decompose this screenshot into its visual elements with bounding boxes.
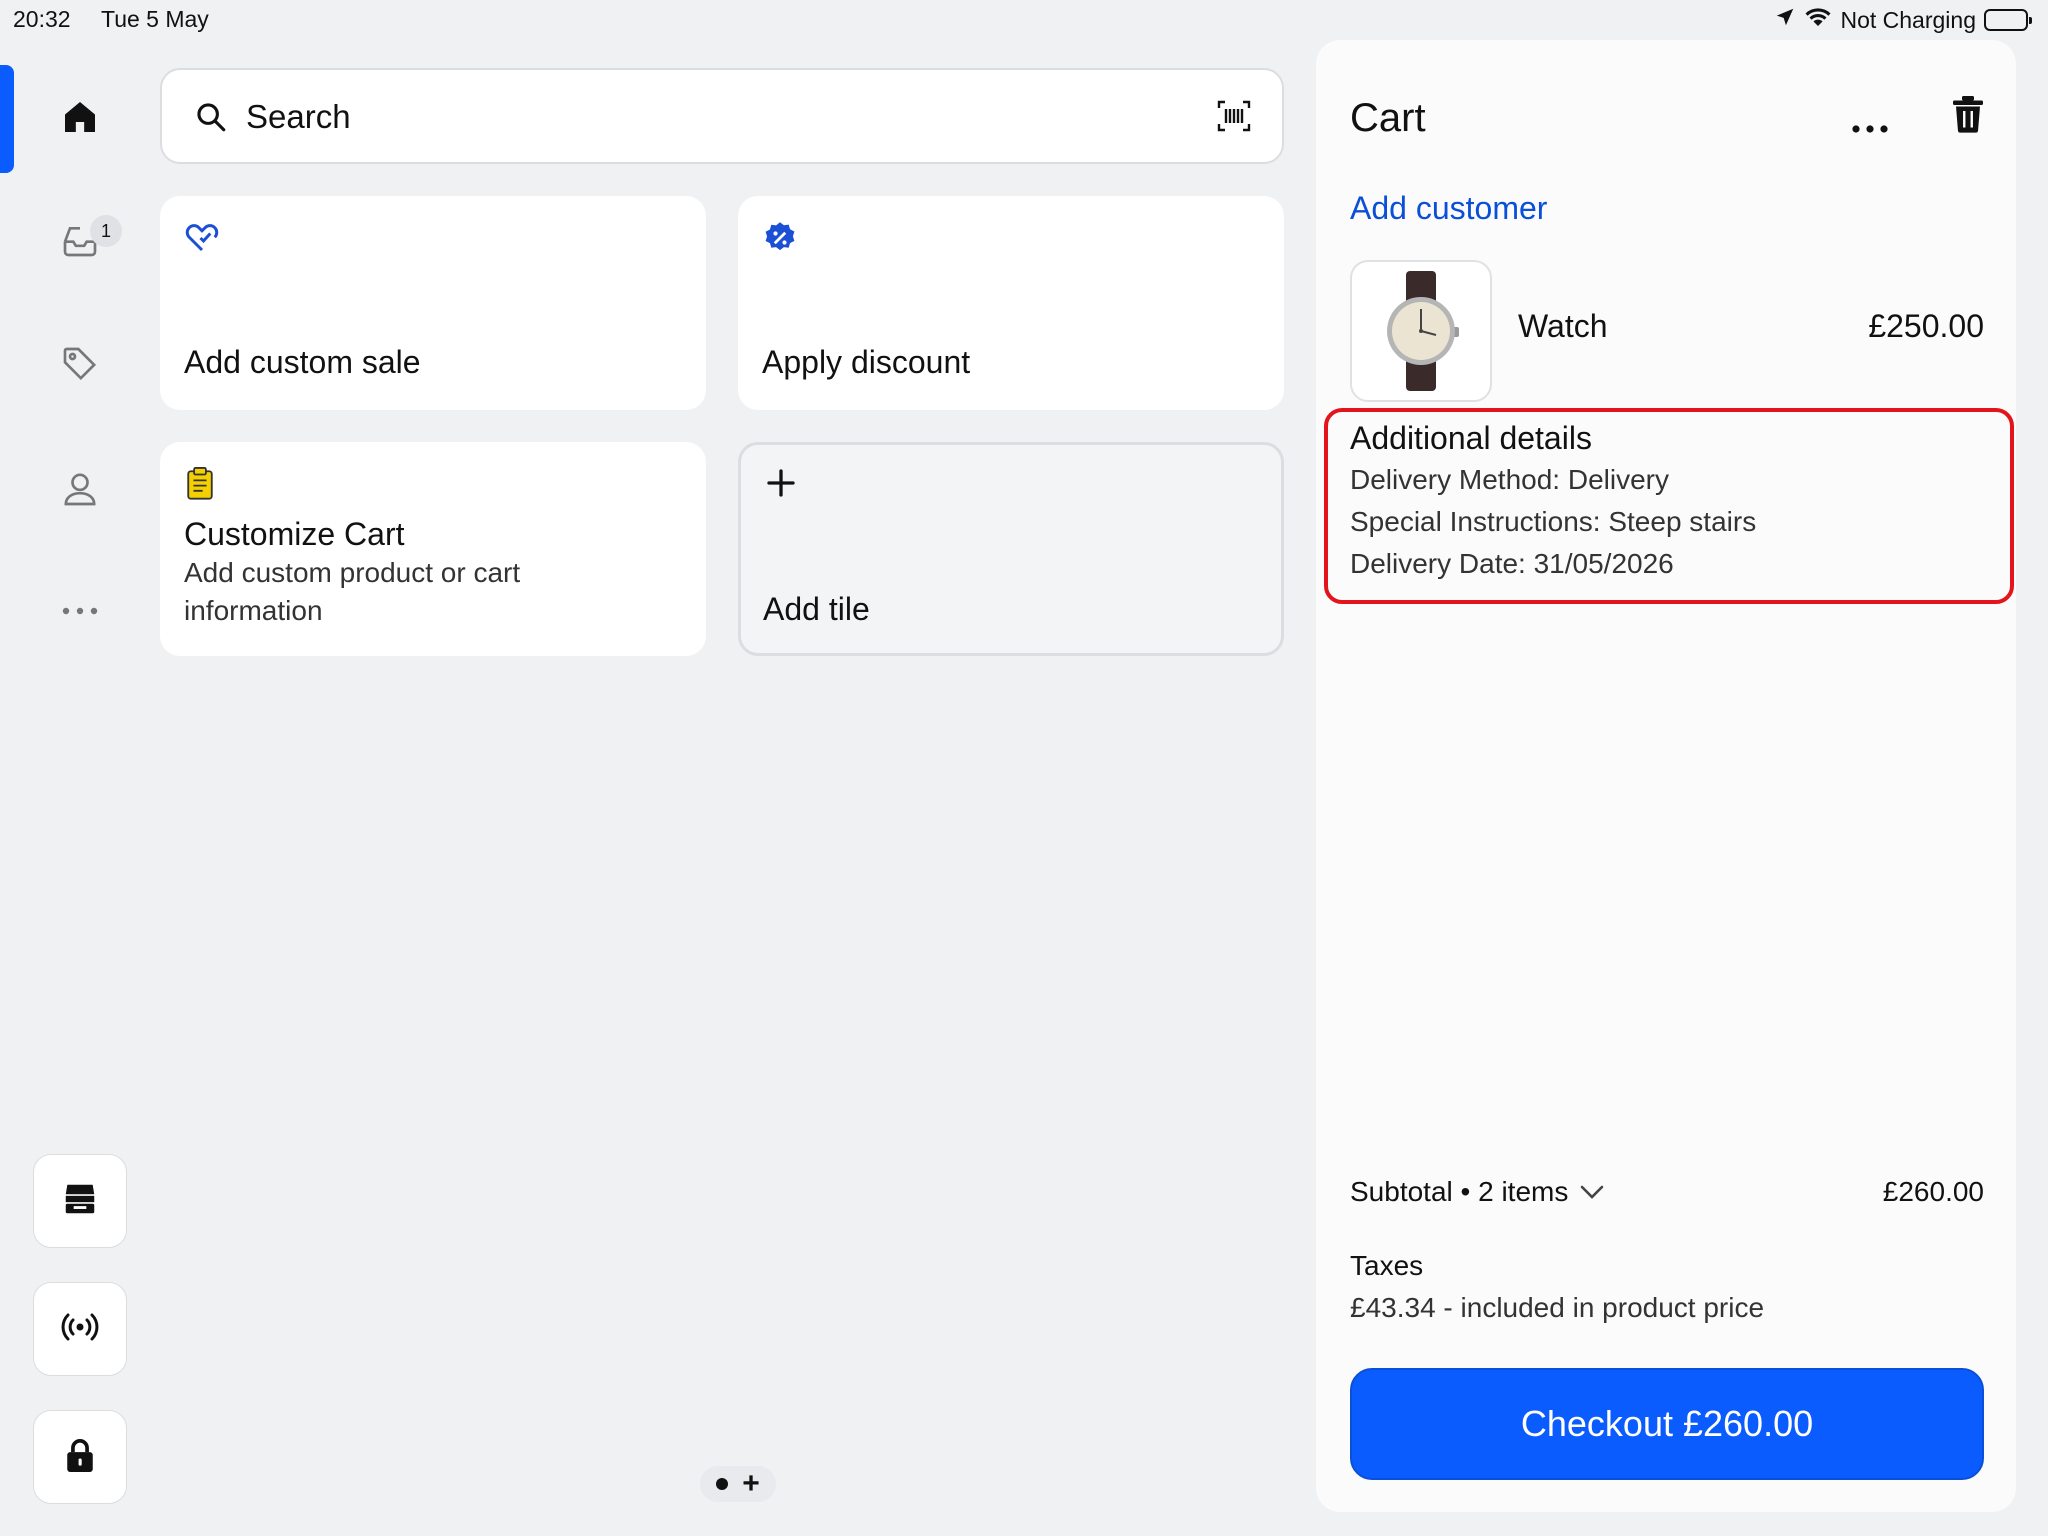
- more-horizontal-icon: [1852, 125, 1888, 133]
- clipboard-icon: [184, 466, 216, 505]
- home-icon: [60, 97, 100, 142]
- lock-button[interactable]: [33, 1410, 127, 1504]
- inbox-badge: 1: [90, 215, 122, 247]
- cart-item-price: £250.00: [1868, 308, 1984, 344]
- subtotal-toggle[interactable]: Subtotal • 2 items: [1350, 1176, 1606, 1208]
- status-indicators: Not Charging: [1774, 4, 2032, 36]
- status-date: Tue 5 May: [101, 6, 209, 32]
- clear-cart-button[interactable]: [1950, 94, 1986, 139]
- detail-special-instructions: Special Instructions: Steep stairs: [1350, 506, 1757, 537]
- status-bar: 20:32 Tue 5 May Not Charging: [0, 0, 2048, 40]
- tile-apply-discount[interactable]: Apply discount: [738, 196, 1284, 410]
- battery-icon: [1984, 9, 2032, 31]
- search-bar[interactable]: Search: [160, 68, 1284, 164]
- subtotal-value: £260.00: [1882, 1176, 1984, 1207]
- taxes-detail: £43.34 - included in product price: [1350, 1292, 1765, 1323]
- nav-products[interactable]: [56, 342, 104, 390]
- details-title: Additional details: [1350, 420, 1592, 456]
- add-customer-link[interactable]: Add customer: [1350, 190, 1547, 227]
- active-nav-indicator: [0, 65, 14, 173]
- trash-icon: [1953, 96, 1983, 133]
- broadcast-button[interactable]: [33, 1282, 127, 1376]
- detail-delivery-method: Delivery Method: Delivery: [1350, 464, 1669, 495]
- tile-title: Add tile: [763, 591, 870, 627]
- additional-details[interactable]: Additional details Delivery Method: Deli…: [1324, 408, 2014, 604]
- page-dot[interactable]: [716, 1478, 729, 1490]
- tile-add-custom-sale[interactable]: Add custom sale: [160, 196, 706, 410]
- cart-more-button[interactable]: [1850, 100, 1890, 145]
- detail-delivery-date: Delivery Date: 31/05/2026: [1350, 548, 1674, 579]
- search-label: Search: [246, 98, 351, 135]
- broadcast-icon: [60, 1312, 100, 1347]
- tile-subtitle: Add custom product or cart information: [184, 557, 521, 626]
- more-icon: [60, 604, 100, 622]
- status-time: 20:32: [13, 6, 71, 32]
- tag-icon: [60, 344, 100, 389]
- barcode-scan-icon[interactable]: [1216, 98, 1252, 139]
- nav-more[interactable]: [56, 589, 104, 637]
- cart-panel: Cart Add customer Watch £250.00 Addition…: [1316, 40, 2016, 1512]
- chevron-down-icon: [1578, 1176, 1606, 1208]
- nav-home[interactable]: [56, 95, 104, 143]
- lock-icon: [63, 1436, 97, 1479]
- person-icon: [60, 469, 100, 514]
- plus-icon: [763, 465, 799, 506]
- cart-title: Cart: [1350, 96, 1426, 140]
- checkout-button[interactable]: Checkout £260.00: [1350, 1368, 1984, 1480]
- store-icon: [61, 1180, 99, 1223]
- charging-status: Not Charging: [1840, 6, 1976, 33]
- tag-edit-icon: [184, 220, 220, 261]
- discount-badge-icon: [762, 220, 798, 261]
- tile-add-tile[interactable]: Add tile: [738, 442, 1284, 656]
- subtotal-label: Subtotal • 2 items: [1350, 1176, 1569, 1207]
- wifi-icon: [1804, 6, 1832, 34]
- tile-title: Apply discount: [762, 344, 971, 380]
- tile-customize-cart[interactable]: Customize Cart Add custom product or car…: [160, 442, 706, 656]
- product-thumbnail[interactable]: [1350, 260, 1492, 402]
- cart-item-name[interactable]: Watch: [1518, 308, 1608, 345]
- watch-image: [1387, 271, 1459, 391]
- store-button[interactable]: [33, 1154, 127, 1248]
- page-indicator[interactable]: +: [700, 1466, 776, 1502]
- search-icon: [194, 100, 228, 139]
- tile-title: Add custom sale: [184, 344, 421, 380]
- nav-customers[interactable]: [56, 467, 104, 515]
- tile-title: Customize Cart: [184, 516, 405, 552]
- taxes-label: Taxes: [1350, 1250, 1424, 1281]
- add-page-icon[interactable]: +: [742, 1469, 760, 1499]
- location-icon: [1774, 6, 1796, 34]
